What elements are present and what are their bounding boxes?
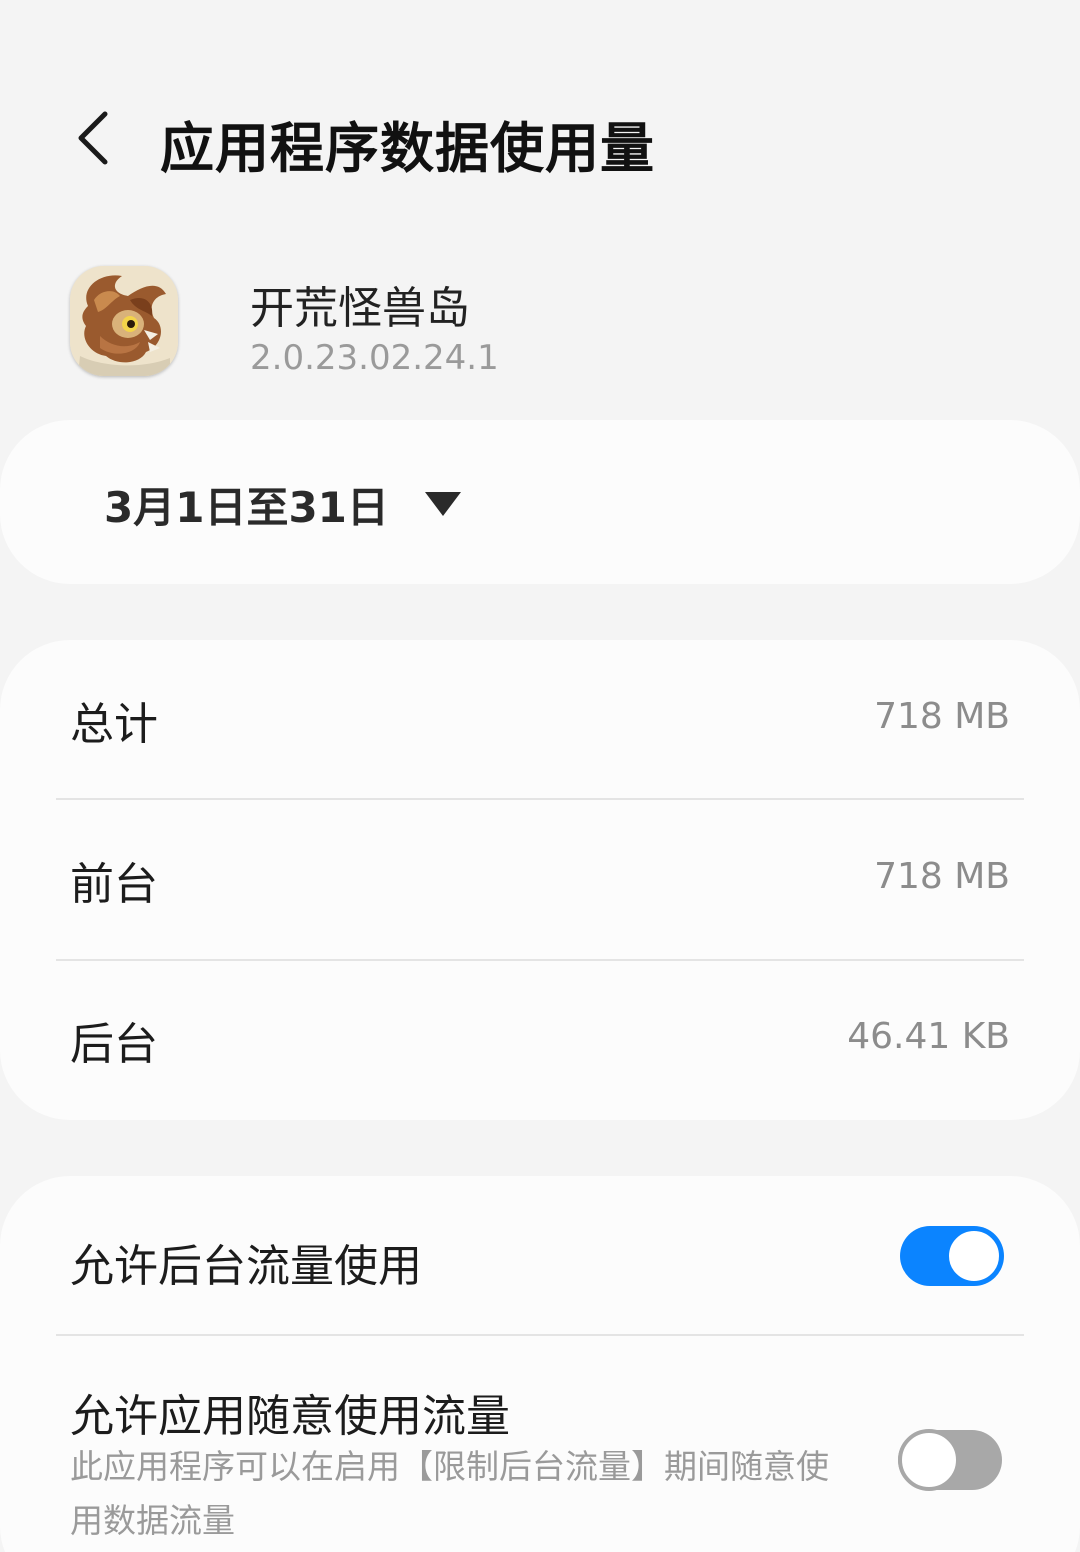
background-usage-row: 后台 46.41 KB: [0, 960, 1080, 1120]
toggle-knob: [946, 1228, 1002, 1284]
app-version: 2.0.23.02.24.1: [250, 338, 499, 378]
toggle-knob: [898, 1429, 960, 1491]
app-info: 开荒怪兽岛 2.0.23.02.24.1: [0, 262, 1080, 382]
date-range-card: 3月1日至31日: [0, 420, 1080, 584]
unrestricted-data-description: 此应用程序可以在启用【限制后台流量】期间随意使用数据流量: [70, 1447, 829, 1540]
background-usage-value: 46.41 KB: [847, 1016, 1010, 1057]
app-data-usage-screen: 应用程序数据使用量 开荒怪兽岛 2.0.23.02.24.1 3月1日至31日: [0, 0, 1080, 1552]
page-title: 应用程序数据使用量: [160, 117, 655, 180]
total-usage-label: 总计: [70, 699, 158, 750]
total-usage-row: 总计 718 MB: [0, 640, 1080, 800]
foreground-usage-label: 前台: [70, 859, 158, 910]
background-usage-label: 后台: [70, 1019, 158, 1070]
triangle-down-icon: [424, 492, 461, 516]
app-name: 开荒怪兽岛: [250, 283, 470, 334]
back-button[interactable]: [58, 98, 128, 178]
date-range-label: 3月1日至31日: [104, 482, 389, 532]
divider: [56, 1334, 1024, 1336]
total-usage-value: 718 MB: [874, 696, 1010, 737]
dragon-app-icon: [70, 266, 178, 376]
unrestricted-data-label: 允许应用随意使用流量: [70, 1391, 510, 1442]
usage-summary-card: 总计 718 MB 前台 718 MB 后台 46.41 KB: [0, 640, 1080, 1120]
header: 应用程序数据使用量: [0, 80, 1080, 200]
background-data-setting-row[interactable]: 允许后台流量使用: [0, 1176, 1080, 1334]
foreground-usage-value: 718 MB: [874, 856, 1010, 897]
date-range-selector[interactable]: 3月1日至31日: [104, 476, 461, 532]
unrestricted-data-toggle[interactable]: [898, 1429, 1002, 1491]
background-data-toggle[interactable]: [900, 1226, 1004, 1286]
chevron-left-icon: [78, 111, 108, 165]
foreground-usage-row: 前台 718 MB: [0, 800, 1080, 960]
background-data-label: 允许后台流量使用: [70, 1241, 422, 1292]
data-settings-card: 允许后台流量使用 允许应用随意使用流量 此应用程序可以在启用【限制后台流量】期间…: [0, 1176, 1080, 1552]
